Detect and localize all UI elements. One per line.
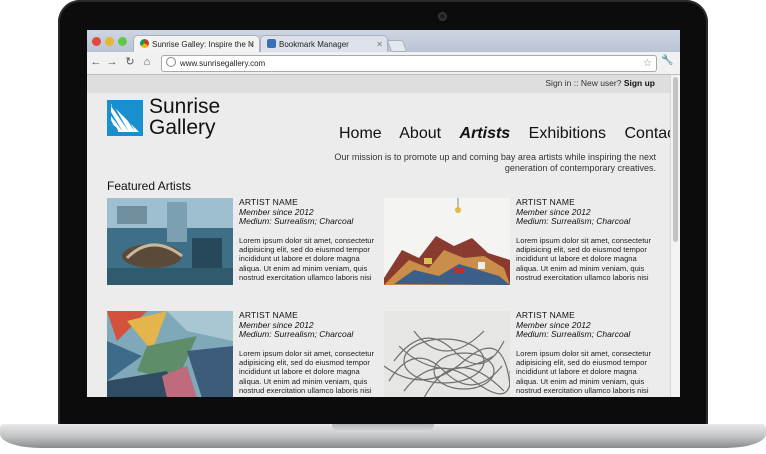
artist-info: ARTIST NAME Member since 2012 Medium: Su…: [516, 197, 656, 283]
signin-separator: :: New user?: [571, 78, 624, 88]
logo-line2: Gallery: [149, 116, 216, 139]
maximize-window-button[interactable]: [118, 37, 127, 46]
mission-text: Our mission is to promote up and coming …: [334, 152, 656, 173]
artist-photo[interactable]: [107, 311, 233, 397]
url-text: www.sunrisegallery.com: [180, 59, 266, 68]
nav-about[interactable]: About: [399, 125, 441, 142]
artist-info: ARTIST NAME Member since 2012 Medium: Su…: [239, 310, 379, 396]
artist-bio: Lorem ipsum dolor sit amet, consectetur …: [239, 348, 375, 396]
laptop-notch: [332, 424, 434, 432]
tab-label: Bookmark Manager: [279, 40, 349, 49]
artist-photo[interactable]: [107, 198, 233, 285]
web-page: Sign in :: New user? Sign up Sunrise Gal…: [87, 75, 670, 397]
featured-artists-heading: Featured Artists: [107, 179, 192, 193]
globe-icon: [166, 57, 176, 67]
artist-card[interactable]: ARTIST NAME Member since 2012 Medium: Su…: [384, 197, 656, 290]
artist-photo[interactable]: [384, 311, 510, 397]
nav-home[interactable]: Home: [339, 125, 382, 142]
signin-bar: Sign in :: New user? Sign up: [545, 78, 655, 88]
artist-medium: Medium: Surrealism; Charcoal: [516, 329, 631, 339]
minimize-window-button[interactable]: [105, 37, 114, 46]
artist-bio: Lorem ipsum dolor sit amet, consectetur …: [239, 235, 375, 283]
bookmark-star-icon[interactable]: ☆: [643, 56, 652, 71]
chrome-icon: [140, 39, 149, 48]
nav-artists[interactable]: Artists: [460, 125, 511, 142]
tab-label: Sunrise Galley: Inspire the N: [152, 40, 254, 49]
nav-contact[interactable]: Contact: [624, 125, 670, 142]
sign-in-link[interactable]: Sign in: [545, 78, 571, 88]
main-nav: Home About Artists Exhibitions Contact: [339, 125, 670, 143]
artist-photo[interactable]: [384, 198, 510, 285]
tab-bookmark-manager[interactable]: Bookmark Manager ✕: [260, 35, 388, 53]
browser-toolbar: ← → ↻ ⌂ www.sunrisegallery.com ☆ 🔧: [87, 52, 680, 75]
close-tab-icon[interactable]: ✕: [376, 36, 383, 53]
close-tab-icon[interactable]: ✕: [248, 36, 255, 53]
close-window-button[interactable]: [92, 37, 101, 46]
top-bar: Sign in :: New user? Sign up: [87, 75, 670, 93]
logo-icon[interactable]: [104, 100, 143, 139]
page-scrollbar[interactable]: [670, 75, 680, 397]
home-icon[interactable]: ⌂: [140, 55, 154, 69]
artist-info: ARTIST NAME Member since 2012 Medium: Su…: [516, 310, 656, 396]
artist-card[interactable]: ARTIST NAME Member since 2012 Medium: Su…: [107, 197, 379, 290]
bookmark-star-icon: [267, 39, 276, 48]
artist-card[interactable]: ARTIST NAME Member since 2012 Medium: Su…: [107, 310, 379, 397]
artist-medium: Medium: Surrealism; Charcoal: [239, 216, 354, 226]
browser-window: Sunrise Galley: Inspire the N ✕ Bookmark…: [87, 30, 680, 397]
wrench-icon[interactable]: 🔧: [661, 55, 673, 66]
new-tab-button[interactable]: [386, 40, 408, 52]
artist-bio: Lorem ipsum dolor sit amet, consectetur …: [516, 235, 652, 283]
reload-icon[interactable]: ↻: [123, 55, 137, 69]
logo-text[interactable]: Sunrise Gallery: [149, 96, 220, 138]
artist-bio: Lorem ipsum dolor sit amet, consectetur …: [516, 348, 652, 396]
nav-exhibitions[interactable]: Exhibitions: [529, 125, 606, 142]
address-bar[interactable]: www.sunrisegallery.com ☆: [161, 55, 657, 72]
tab-bar: Sunrise Galley: Inspire the N ✕ Bookmark…: [87, 30, 680, 53]
logo-line1: Sunrise: [149, 95, 221, 118]
forward-icon[interactable]: →: [105, 55, 119, 69]
artist-medium: Medium: Surrealism; Charcoal: [239, 329, 354, 339]
sign-up-link[interactable]: Sign up: [624, 78, 655, 88]
back-icon[interactable]: ←: [89, 55, 103, 69]
artist-card[interactable]: ARTIST NAME Member since 2012 Medium: Su…: [384, 310, 656, 397]
artist-medium: Medium: Surrealism; Charcoal: [516, 216, 631, 226]
tab-sunrise-gallery[interactable]: Sunrise Galley: Inspire the N ✕: [133, 35, 260, 53]
scrollbar-thumb[interactable]: [673, 77, 678, 242]
artist-info: ARTIST NAME Member since 2012 Medium: Su…: [239, 197, 379, 283]
camera-icon: [438, 12, 447, 21]
